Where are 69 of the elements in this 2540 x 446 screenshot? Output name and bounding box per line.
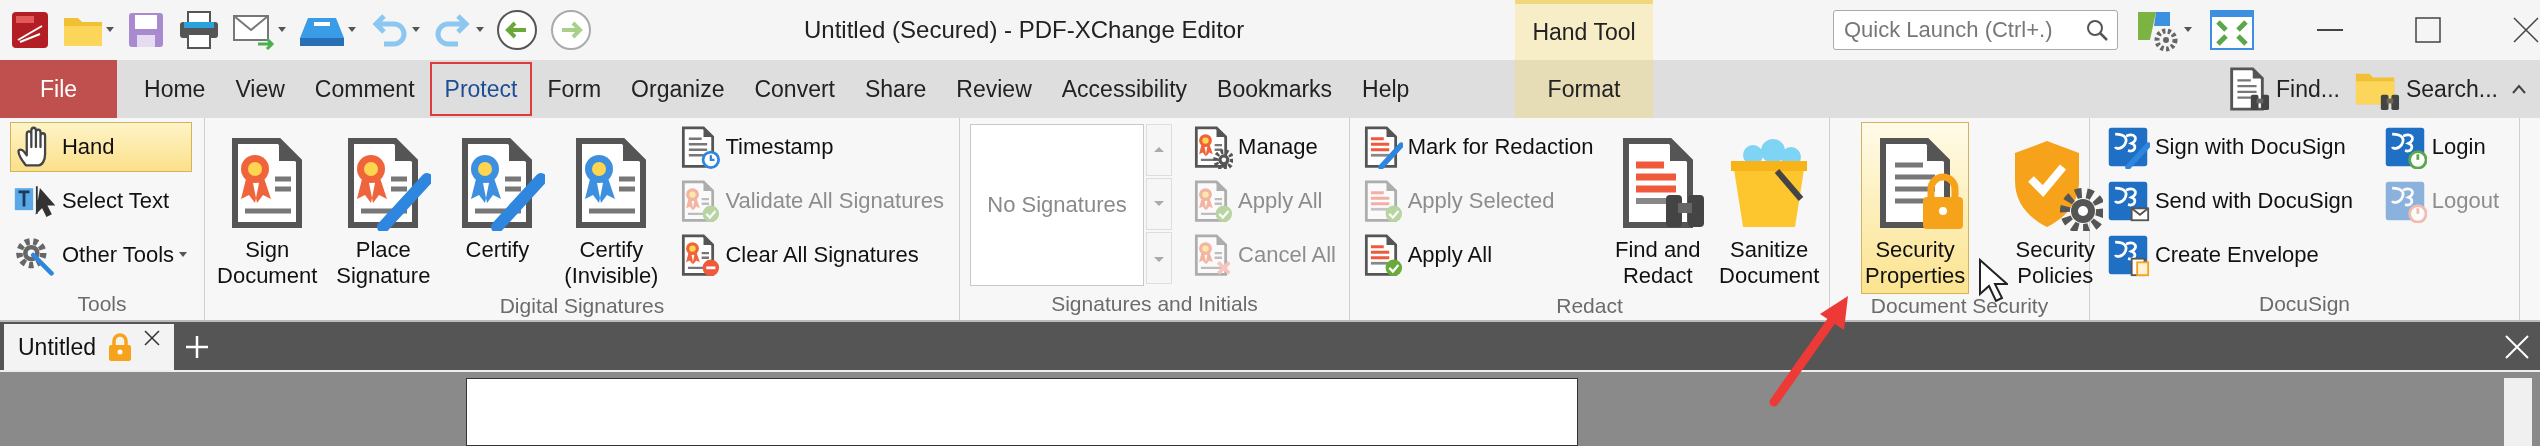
ribbon-tab[interactable]: Help [1347, 62, 1425, 116]
printer-icon [178, 10, 220, 50]
ribbon-button[interactable]: Certify (Invisible) [559, 122, 664, 294]
find-button[interactable]: Find... [2224, 66, 2340, 112]
full-screen-icon [2210, 10, 2254, 50]
group-label: Signatures and Initials [1050, 292, 1259, 317]
ribbon-tab[interactable]: Home [129, 62, 221, 116]
group-label: DocuSign [2257, 292, 2352, 317]
ribbon-button[interactable]: Sanitize Document [1715, 122, 1824, 294]
ribbon-button[interactable]: Clear All Signatures [673, 230, 949, 280]
ribbon-tab[interactable]: Form [532, 62, 617, 116]
toolbar-button[interactable] [2210, 10, 2254, 50]
toolbar-button[interactable] [10, 10, 50, 50]
plus-icon [186, 336, 208, 358]
group-label: Redact [1555, 294, 1624, 319]
ribbon-button[interactable]: Certify [445, 122, 550, 294]
forward-button[interactable] [550, 9, 592, 51]
back-button[interactable] [496, 9, 538, 51]
save-icon [126, 10, 166, 50]
ribbon-button[interactable]: Select Text [9, 176, 193, 226]
group-label: Digital Signatures [498, 294, 666, 319]
file-tab[interactable]: File [0, 60, 118, 118]
ribbon-button[interactable]: Sign Document [213, 122, 322, 294]
search-icon [2085, 18, 2109, 42]
ribbon-tab[interactable]: Protect [429, 62, 533, 116]
window-title: Untitled (Secured) - PDF-XChange Editor [804, 16, 1245, 44]
ribbon-tab[interactable]: Format [1515, 60, 1653, 118]
ribbon-tab[interactable]: Bookmarks [1202, 62, 1348, 116]
ribbon-button[interactable]: Find and Redact [1605, 122, 1710, 294]
caret-icon [348, 27, 356, 33]
ribbon-button[interactable]: Hand [9, 122, 193, 172]
ribbon-button[interactable]: Other Tools [9, 230, 193, 280]
search-button[interactable]: Search... [2353, 66, 2498, 112]
ribbon-tab[interactable]: Convert [739, 62, 850, 116]
group-label: Tools [76, 292, 128, 317]
ribbon-button[interactable]: Manage [1186, 122, 1341, 172]
caret-icon [106, 27, 114, 33]
collapse-ribbon-icon[interactable] [2512, 84, 2526, 94]
context-tab-group: Hand Tool [1515, 0, 1653, 60]
padlock-icon [106, 332, 134, 362]
document-tab[interactable]: Untitled [4, 324, 174, 370]
ribbon-button[interactable]: Login [2379, 122, 2505, 172]
minimize-icon [2317, 29, 2343, 31]
ribbon-tab[interactable]: Review [941, 62, 1047, 116]
caret-icon [476, 27, 484, 33]
quick-launch-field[interactable]: Quick Launch (Ctrl+.) [1833, 10, 2118, 50]
ribbon-button[interactable]: Timestamp [673, 122, 949, 172]
caret-icon [2184, 27, 2192, 33]
ribbon-tab[interactable]: Share [850, 62, 942, 116]
ribbon-button[interactable]: Security Properties [1861, 122, 1970, 294]
group-label: Document Security [1869, 294, 2050, 319]
ribbon-tab[interactable]: Organize [616, 62, 740, 116]
signature-list[interactable]: No Signatures [970, 124, 1145, 286]
caret-icon [412, 27, 420, 33]
app-logo-icon [10, 10, 50, 50]
ribbon-button[interactable]: Mark for Redaction [1355, 122, 1599, 172]
close-icon[interactable] [144, 330, 160, 346]
ribbon-button[interactable]: Apply All [1355, 230, 1599, 280]
close-icon [2513, 17, 2539, 43]
maximize-icon [2415, 17, 2441, 43]
caret-icon [278, 27, 286, 33]
close-icon [2505, 335, 2529, 359]
toolbar-button[interactable] [178, 10, 220, 50]
ribbon-button[interactable]: Place Signature [331, 122, 436, 294]
caret-icon [179, 252, 188, 258]
scrollbar[interactable] [2504, 378, 2532, 446]
ribbon-tab[interactable]: Accessibility [1046, 62, 1203, 116]
ribbon-tab[interactable]: View [220, 62, 300, 116]
ribbon-tab[interactable]: Comment [299, 62, 430, 116]
